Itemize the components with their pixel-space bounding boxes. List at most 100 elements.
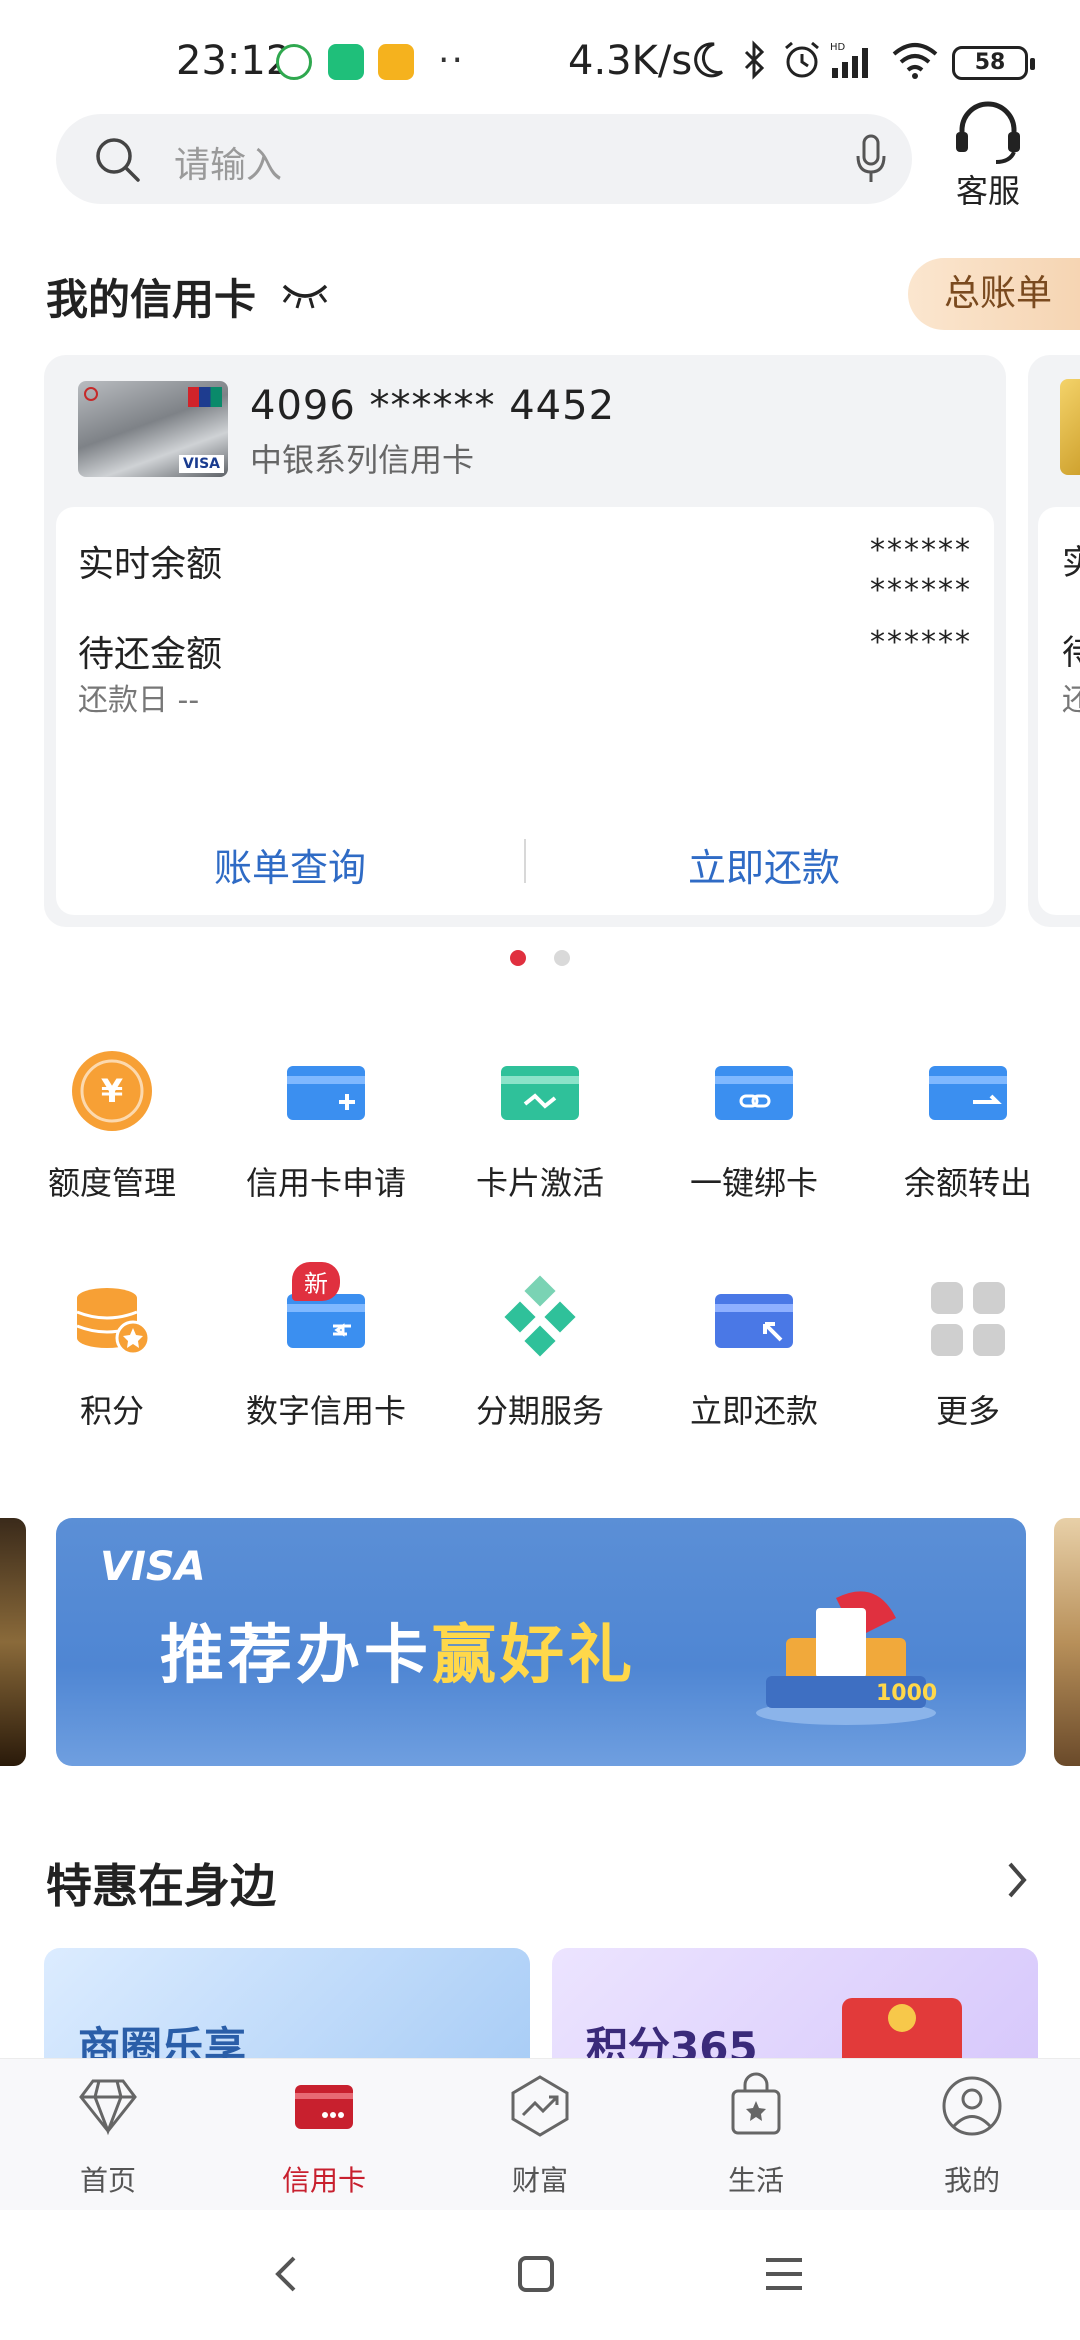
- status-more-dots: ··: [438, 40, 465, 81]
- card-pager: [510, 950, 598, 970]
- nav-label: 生活: [727, 2164, 784, 2197]
- nav-mine[interactable]: 我的: [892, 2071, 1052, 2199]
- pager-dot: [554, 950, 570, 966]
- total-bill-button[interactable]: 总账单: [908, 258, 1080, 330]
- card-type: 中银系列信用卡: [250, 441, 475, 479]
- action-divider: [524, 839, 526, 883]
- more-grid-icon: [931, 1282, 1005, 1356]
- grid-points[interactable]: 积分: [12, 1274, 212, 1432]
- deal-card-shopping[interactable]: 商圈乐享: [44, 1948, 530, 2068]
- grid-label: 分期服务: [475, 1392, 604, 1430]
- grid-card-apply[interactable]: 信用卡申请: [226, 1046, 426, 1204]
- nav-credit-card[interactable]: 信用卡: [244, 2071, 404, 2199]
- bank-logo-icon: [84, 387, 98, 401]
- credit-card-icon: [295, 2085, 353, 2129]
- app-green-badge-icon: [276, 44, 312, 80]
- user-profile-icon: [942, 2076, 1002, 2136]
- status-net-speed: 4.3K/s: [568, 38, 693, 84]
- points-coins-icon: [76, 1288, 151, 1356]
- credit-card-panel[interactable]: VISA 4096 ****** 4452 中银系列信用卡 实时余额 *****…: [44, 355, 1006, 927]
- alarm-icon: [785, 41, 819, 78]
- gift-box-illustration: 1000: [756, 1591, 937, 1725]
- nav-label: 我的: [943, 2164, 1000, 2197]
- nav-label: 信用卡: [281, 2164, 366, 2197]
- card-number: 4096 ****** 4452: [250, 383, 616, 429]
- repay-now-button[interactable]: 立即还款: [614, 837, 914, 892]
- battery-icon: 58: [952, 46, 1035, 80]
- installment-diamond-icon: [504, 1275, 576, 1357]
- grid-card-activate[interactable]: 卡片激活: [440, 1046, 640, 1204]
- promo-banner[interactable]: VISA 推荐办卡赢好礼 1000: [56, 1518, 1026, 1766]
- card-thumbnail: VISA: [78, 381, 228, 477]
- nav-life[interactable]: 生活: [676, 2071, 836, 2199]
- grid-one-click-bind[interactable]: 一键绑卡: [654, 1046, 854, 1204]
- back-icon[interactable]: [272, 2254, 302, 2294]
- grid-more[interactable]: 更多: [868, 1274, 1068, 1432]
- my-cards-title: 我的信用卡: [46, 275, 257, 324]
- recent-apps-icon[interactable]: [764, 2254, 804, 2294]
- banner-prev-peek[interactable]: [0, 1518, 26, 1766]
- nav-home[interactable]: 首页: [28, 2071, 188, 2199]
- grid-label: 积分: [79, 1392, 144, 1430]
- deals-title: 特惠在身边: [46, 1859, 276, 1913]
- grid-label: 卡片激活: [475, 1164, 604, 1202]
- banner-next-peek[interactable]: [1054, 1518, 1080, 1766]
- system-nav-bar: [0, 2210, 1080, 2340]
- next-card-thumbnail: [1060, 379, 1080, 475]
- red-envelope-illustration: [842, 1998, 962, 2068]
- wifi-icon: [892, 43, 938, 79]
- pager-dot-active: [510, 950, 526, 966]
- next-card-inner: 实 待 还: [1038, 507, 1080, 915]
- card-repay-icon: [715, 1294, 793, 1348]
- realtime-balance-value: ******: [870, 533, 972, 568]
- grid-label: 立即还款: [689, 1392, 818, 1430]
- grid-label: 一键绑卡: [689, 1164, 818, 1202]
- grid-label: 数字信用卡: [245, 1392, 406, 1430]
- grid-repay-now[interactable]: 立即还款: [654, 1274, 854, 1432]
- banner-visa-logo: VISA: [100, 1544, 206, 1590]
- status-time: 23:12: [176, 38, 292, 84]
- grid-digital-card[interactable]: 新 数字信用卡: [226, 1262, 426, 1432]
- shopping-bag-icon: [731, 2072, 781, 2135]
- due-amount-value: ******: [870, 625, 972, 660]
- banner-promo-gold: 赢好礼: [432, 1619, 636, 1693]
- microphone-icon[interactable]: [856, 134, 886, 184]
- search-icon: [96, 138, 140, 182]
- next-card-label-3: 还: [1062, 683, 1080, 718]
- card-balance-box: 实时余额 ****** ****** 待还金额 ****** 还款日 -- 账单…: [56, 507, 994, 915]
- grid-label: 额度管理: [47, 1164, 176, 1202]
- nav-label: 首页: [79, 2164, 136, 2197]
- due-amount-label: 待还金额: [78, 634, 223, 675]
- customer-service-button[interactable]: 客服: [948, 100, 1028, 212]
- grid-label: 信用卡申请: [245, 1164, 406, 1202]
- headset-icon: [956, 101, 1020, 164]
- card-transfer-icon: [929, 1066, 1007, 1120]
- card-activate-icon: [501, 1066, 579, 1120]
- moon-icon: [694, 42, 723, 78]
- bill-query-button[interactable]: 账单查询: [140, 837, 440, 892]
- next-card-label-2: 待: [1062, 633, 1080, 673]
- next-card-label-1: 实: [1062, 543, 1080, 583]
- search-input[interactable]: 请输入: [56, 114, 912, 204]
- banner-amount: 1000: [876, 1681, 937, 1706]
- yen-coin-icon: ¥: [72, 1051, 152, 1131]
- new-badge: 新: [292, 1262, 340, 1301]
- next-card-panel[interactable]: 实 待 还: [1028, 355, 1080, 927]
- chevron-right-icon[interactable]: [1006, 1860, 1028, 1900]
- grid-installment[interactable]: 分期服务: [440, 1274, 640, 1432]
- diamond-icon: [79, 2079, 137, 2136]
- banner-promo-white: 推荐办卡: [160, 1619, 432, 1693]
- grid-credit-limit[interactable]: ¥ 额度管理: [12, 1046, 212, 1204]
- grid-balance-transfer[interactable]: 余额转出: [868, 1046, 1068, 1204]
- eye-closed-icon[interactable]: [280, 276, 330, 310]
- customer-service-label: 客服: [955, 172, 1020, 210]
- app-green-icon: [328, 44, 364, 80]
- nav-wealth[interactable]: 财富: [460, 2071, 620, 2199]
- bottom-nav: 首页 信用卡 财富 生活 我的: [0, 2058, 1080, 2210]
- home-square-icon[interactable]: [516, 2254, 556, 2294]
- deal-card-points[interactable]: 积分365: [552, 1948, 1038, 2068]
- grid-label: 更多: [935, 1392, 1000, 1430]
- due-date: 还款日 --: [78, 683, 200, 718]
- card-link-icon: [715, 1066, 793, 1120]
- visa-logo-icon: VISA: [179, 455, 224, 473]
